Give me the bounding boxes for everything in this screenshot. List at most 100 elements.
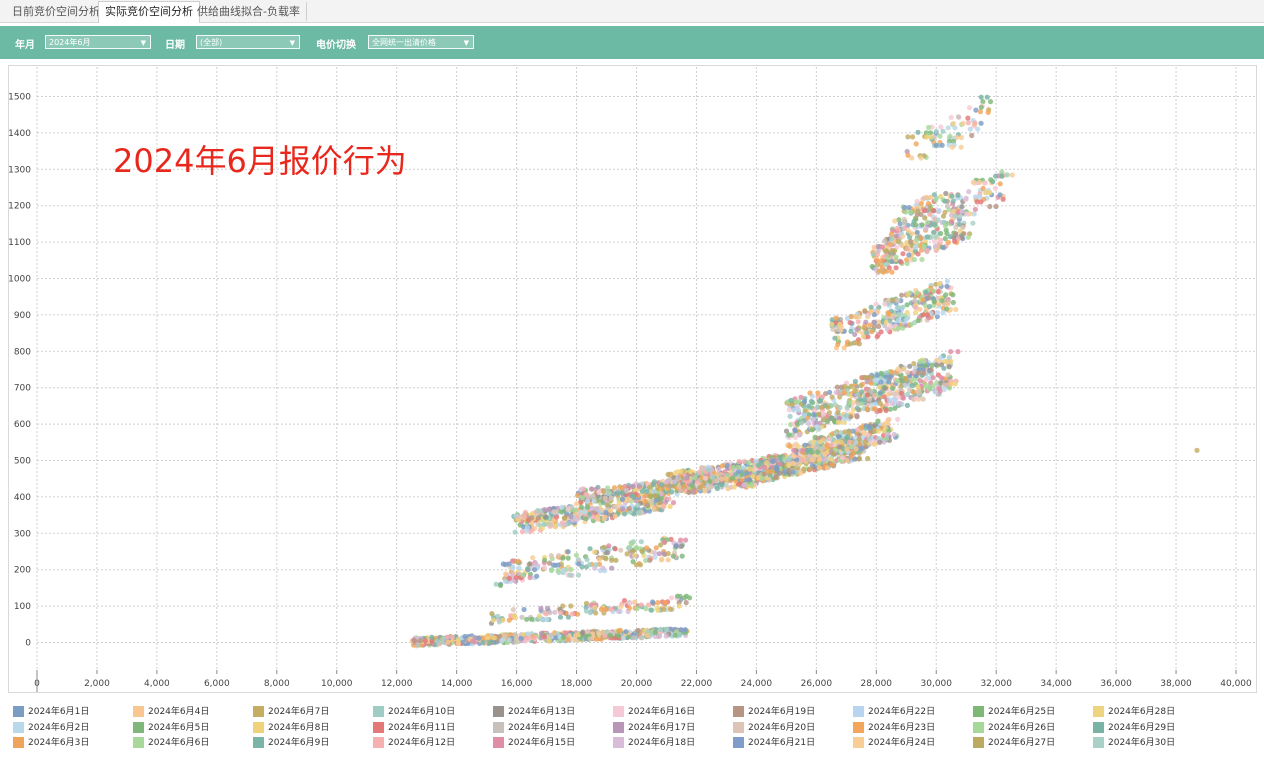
data-point <box>895 366 901 372</box>
data-point <box>869 329 875 335</box>
legend-swatch <box>973 737 984 748</box>
data-point <box>893 233 899 239</box>
data-point <box>636 509 642 516</box>
data-point <box>545 605 551 612</box>
data-point <box>673 543 679 549</box>
data-point <box>598 606 605 613</box>
data-point <box>893 265 899 271</box>
data-point <box>807 390 813 396</box>
data-point <box>480 639 486 646</box>
legend-label: 2024年6月15日 <box>508 738 576 748</box>
data-point <box>417 638 424 644</box>
data-point <box>801 412 808 418</box>
data-point <box>875 418 881 424</box>
data-point <box>866 396 873 402</box>
data-point <box>548 632 554 638</box>
data-point <box>871 319 877 325</box>
data-point <box>816 465 822 471</box>
data-point <box>788 397 794 403</box>
data-point <box>493 581 499 587</box>
legend-label: 2024年6月25日 <box>988 707 1056 717</box>
data-point <box>578 487 584 493</box>
data-point <box>528 515 535 521</box>
x-tick-label: 34,000 <box>1040 679 1072 689</box>
data-point <box>670 553 676 559</box>
legend-swatch <box>253 706 264 717</box>
legend-label: 2024年6月18日 <box>628 738 696 748</box>
data-point <box>769 468 775 474</box>
data-point <box>645 502 651 508</box>
data-point <box>497 582 504 589</box>
data-point <box>587 546 593 552</box>
data-point <box>933 362 940 368</box>
data-point <box>617 627 623 634</box>
data-point <box>847 320 853 326</box>
data-point <box>861 374 868 380</box>
y-tick-label: 100 <box>14 602 31 612</box>
data-point <box>615 633 622 639</box>
x-tick-label: 8,000 <box>264 679 290 689</box>
data-point <box>674 593 681 599</box>
data-point <box>958 144 964 150</box>
data-point <box>625 634 632 640</box>
data-point <box>888 231 895 237</box>
data-point <box>746 460 752 466</box>
data-point <box>548 553 554 559</box>
data-point <box>920 297 926 303</box>
data-point <box>868 304 874 310</box>
data-point <box>904 246 910 252</box>
data-point <box>841 390 847 396</box>
data-point <box>864 330 870 336</box>
x-tick-label: 32,000 <box>980 679 1012 689</box>
data-point <box>422 638 428 644</box>
data-point <box>639 488 646 494</box>
data-point <box>902 225 908 231</box>
data-point <box>887 241 893 247</box>
data-point <box>535 515 542 521</box>
data-point <box>791 447 797 453</box>
data-point <box>542 557 548 563</box>
data-point <box>530 555 536 561</box>
data-point <box>524 616 530 622</box>
data-point <box>886 379 892 385</box>
data-point <box>913 141 919 147</box>
data-point <box>557 614 564 620</box>
data-point <box>623 629 629 635</box>
data-point <box>952 381 958 387</box>
data-point <box>741 458 747 465</box>
data-point <box>601 488 607 494</box>
data-point <box>876 428 882 434</box>
data-point <box>919 222 925 228</box>
data-point <box>943 292 949 298</box>
data-point <box>906 205 912 211</box>
x-tick-label: 30,000 <box>921 679 953 689</box>
data-point <box>515 558 521 564</box>
data-point <box>829 415 835 421</box>
data-point <box>801 466 807 472</box>
data-point <box>855 401 861 407</box>
data-point <box>909 155 915 161</box>
data-point <box>651 505 657 512</box>
data-point <box>861 396 868 402</box>
data-point <box>547 521 554 528</box>
data-point <box>941 365 947 371</box>
data-point <box>648 607 654 613</box>
data-point <box>883 261 889 267</box>
data-point <box>525 566 531 572</box>
data-point <box>657 627 664 633</box>
data-point <box>948 114 954 120</box>
data-point <box>562 522 568 528</box>
data-point <box>608 508 614 514</box>
y-tick-label: 400 <box>14 493 31 503</box>
data-point <box>961 231 967 237</box>
data-point <box>612 513 618 519</box>
data-point <box>593 562 599 568</box>
data-point <box>800 447 806 453</box>
x-tick-label: 6,000 <box>204 679 230 689</box>
data-point <box>487 639 494 646</box>
data-point <box>837 321 843 327</box>
data-point <box>825 404 831 410</box>
data-point <box>911 377 917 383</box>
data-point <box>619 490 626 496</box>
data-point <box>731 484 737 490</box>
